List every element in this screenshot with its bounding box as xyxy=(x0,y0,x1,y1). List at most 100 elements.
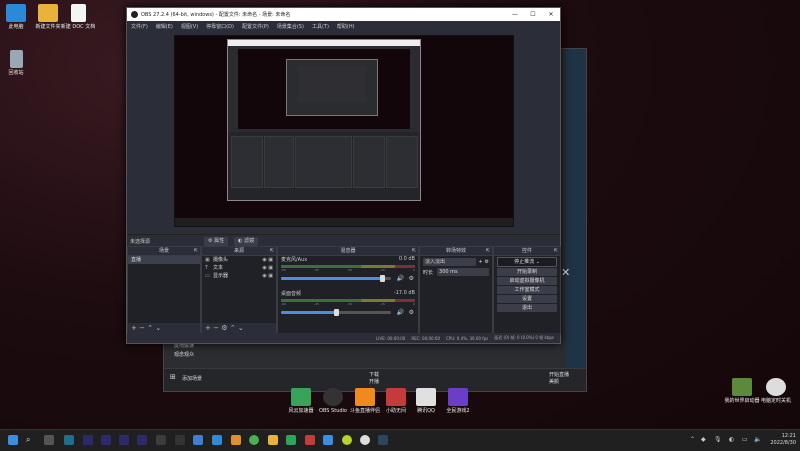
speaker-icon[interactable]: 🔊 xyxy=(397,275,404,282)
task-view-icon[interactable] xyxy=(44,435,54,445)
app-icon[interactable] xyxy=(119,435,129,445)
app-icon[interactable] xyxy=(83,435,93,445)
gear-icon[interactable]: ⚙ xyxy=(485,259,489,265)
menu-scene-collection[interactable]: 场景集合(S) xyxy=(277,23,304,30)
folder-icon[interactable] xyxy=(268,435,278,445)
microphone-icon[interactable]: 🎙 xyxy=(714,436,722,443)
source-item[interactable]: T 文本 ◉ ▣ xyxy=(202,264,276,272)
start-live-button[interactable]: 开始直播 美颜 xyxy=(549,371,569,385)
chrome-icon[interactable] xyxy=(249,435,259,445)
chevron-down-icon[interactable]: ⌄ xyxy=(238,324,244,332)
stop-streaming-button[interactable]: 停止推流 ⌄ xyxy=(497,257,557,267)
visibility-icon[interactable]: ◉ ▣ xyxy=(262,264,273,272)
gear-icon[interactable]: ⚙ xyxy=(409,275,414,282)
tray-app-icon[interactable]: ◆ xyxy=(701,436,706,443)
menu-profile[interactable]: 配置文件(P) xyxy=(242,23,269,30)
gear-icon[interactable]: ⚙ xyxy=(409,309,414,316)
visibility-icon[interactable]: ◉ ▣ xyxy=(262,256,273,264)
app-icon[interactable] xyxy=(137,435,147,445)
live-status: LIVE: 00:00:00 xyxy=(376,335,406,341)
filters-button[interactable]: ◐ 滤镜 xyxy=(234,236,259,246)
menu-docks[interactable]: 停靠窗口(D) xyxy=(206,23,234,30)
volume-slider[interactable] xyxy=(281,275,391,282)
grass-block-icon xyxy=(732,378,752,396)
close-icon[interactable]: ✕ xyxy=(542,8,560,21)
chevron-down-icon[interactable]: ⌄ xyxy=(155,324,161,332)
duration-value: 300 ms xyxy=(439,269,458,275)
add-icon[interactable]: + xyxy=(205,324,211,332)
speaker-icon[interactable]: 🔊 xyxy=(397,309,404,316)
slider-knob[interactable] xyxy=(334,309,339,316)
menu-file[interactable]: 文件(F) xyxy=(131,23,148,30)
remove-icon[interactable]: − xyxy=(139,324,145,332)
add-icon[interactable]: + xyxy=(131,324,137,332)
live-label: 开播 xyxy=(369,379,380,385)
obs-logo-icon[interactable] xyxy=(360,435,370,445)
app-icon[interactable] xyxy=(101,435,111,445)
pin-icon[interactable]: ⇱ xyxy=(554,247,558,255)
menu-help[interactable]: 帮助(H) xyxy=(337,23,355,30)
volume-icon[interactable]: 🔈 xyxy=(754,436,761,443)
app-icon[interactable] xyxy=(231,435,241,445)
nested-preview xyxy=(238,49,410,129)
app-icon[interactable] xyxy=(156,435,166,445)
steam-icon[interactable] xyxy=(378,435,388,445)
pin-icon[interactable]: ⇱ xyxy=(412,247,416,255)
app-icon[interactable] xyxy=(175,435,185,445)
start-virtual-camera-button[interactable]: 启动虚拟摄像机 xyxy=(497,277,557,285)
transition-select[interactable]: 淡入淡出 xyxy=(423,258,477,266)
menu-edit[interactable]: 编辑(E) xyxy=(156,23,173,30)
remove-icon[interactable]: − xyxy=(213,324,219,332)
power-icon xyxy=(766,378,786,396)
dock-header: 来源 ⇱ xyxy=(202,247,276,256)
download-button[interactable]: 下载 开播 xyxy=(369,371,379,385)
visibility-icon[interactable]: ◉ ▣ xyxy=(262,272,273,280)
pin-icon[interactable]: ⇱ xyxy=(270,247,274,255)
add-scene-button[interactable]: 添加场景 xyxy=(182,375,202,382)
shortcut-game[interactable]: 全民游戏2 xyxy=(438,388,478,414)
scene-label: 直播 xyxy=(131,257,142,263)
add-icon[interactable]: + xyxy=(478,259,482,265)
app-icon[interactable] xyxy=(286,435,296,445)
chevron-up-icon[interactable]: ⌃ xyxy=(147,324,153,332)
duration-input[interactable]: 300 ms xyxy=(437,268,489,276)
app-icon[interactable] xyxy=(305,435,315,445)
preview-canvas[interactable] xyxy=(174,35,514,227)
meter-ticks: -60 -45 -30 -15 0 xyxy=(281,302,415,306)
pin-icon[interactable]: ⇱ xyxy=(486,247,490,255)
add-icon[interactable]: ⊞ xyxy=(170,373,176,381)
app-icon[interactable] xyxy=(64,435,74,445)
volume-slider[interactable] xyxy=(281,309,391,316)
search-icon[interactable]: ⌕ xyxy=(26,435,36,445)
app-icon[interactable] xyxy=(212,435,222,445)
minimize-icon[interactable]: — xyxy=(506,8,524,21)
desktop-icon-new-doc[interactable]: 新建 DOC 文档 xyxy=(58,4,98,30)
app-icon[interactable] xyxy=(342,435,352,445)
source-item[interactable]: ▣ 摄像头 ◉ ▣ xyxy=(202,256,276,264)
pin-icon[interactable]: ⇱ xyxy=(194,247,198,255)
start-recording-button[interactable]: 开始录制 xyxy=(497,268,557,276)
source-item[interactable]: ▭ 显示器 ◉ ▣ xyxy=(202,272,276,280)
close-icon[interactable]: ✕ xyxy=(561,266,570,279)
studio-mode-button[interactable]: 工作室模式 xyxy=(497,286,557,294)
properties-button[interactable]: ⚙ 属性 xyxy=(204,236,229,246)
app-icon[interactable] xyxy=(193,435,203,445)
start-icon[interactable] xyxy=(8,435,18,445)
chevron-up-icon[interactable]: ⌃ xyxy=(690,436,695,443)
clock[interactable]: 12:21 2022/8/30 xyxy=(770,433,796,446)
scene-item[interactable]: 直播 xyxy=(128,256,200,264)
exit-button[interactable]: 退出 xyxy=(497,304,557,312)
desktop-icon-recycle-bin[interactable]: 回收站 xyxy=(0,50,36,76)
menu-tools[interactable]: 工具(T) xyxy=(312,23,329,30)
shortcut-auto-shutdown[interactable]: 电脑定时关机 xyxy=(756,378,796,404)
network-icon[interactable]: ▭ xyxy=(742,436,748,443)
list-item[interactable]: 观念观众 xyxy=(174,351,194,360)
tray-app-icon[interactable]: ◐ xyxy=(729,436,734,443)
settings-button[interactable]: 设置 xyxy=(497,295,557,303)
menu-view[interactable]: 视图(V) xyxy=(181,23,198,30)
maximize-icon[interactable]: ☐ xyxy=(524,8,542,21)
chevron-up-icon[interactable]: ⌃ xyxy=(230,324,236,332)
gear-icon[interactable]: ⚙ xyxy=(221,324,227,332)
slider-knob[interactable] xyxy=(380,275,386,282)
app-icon[interactable] xyxy=(323,435,333,445)
